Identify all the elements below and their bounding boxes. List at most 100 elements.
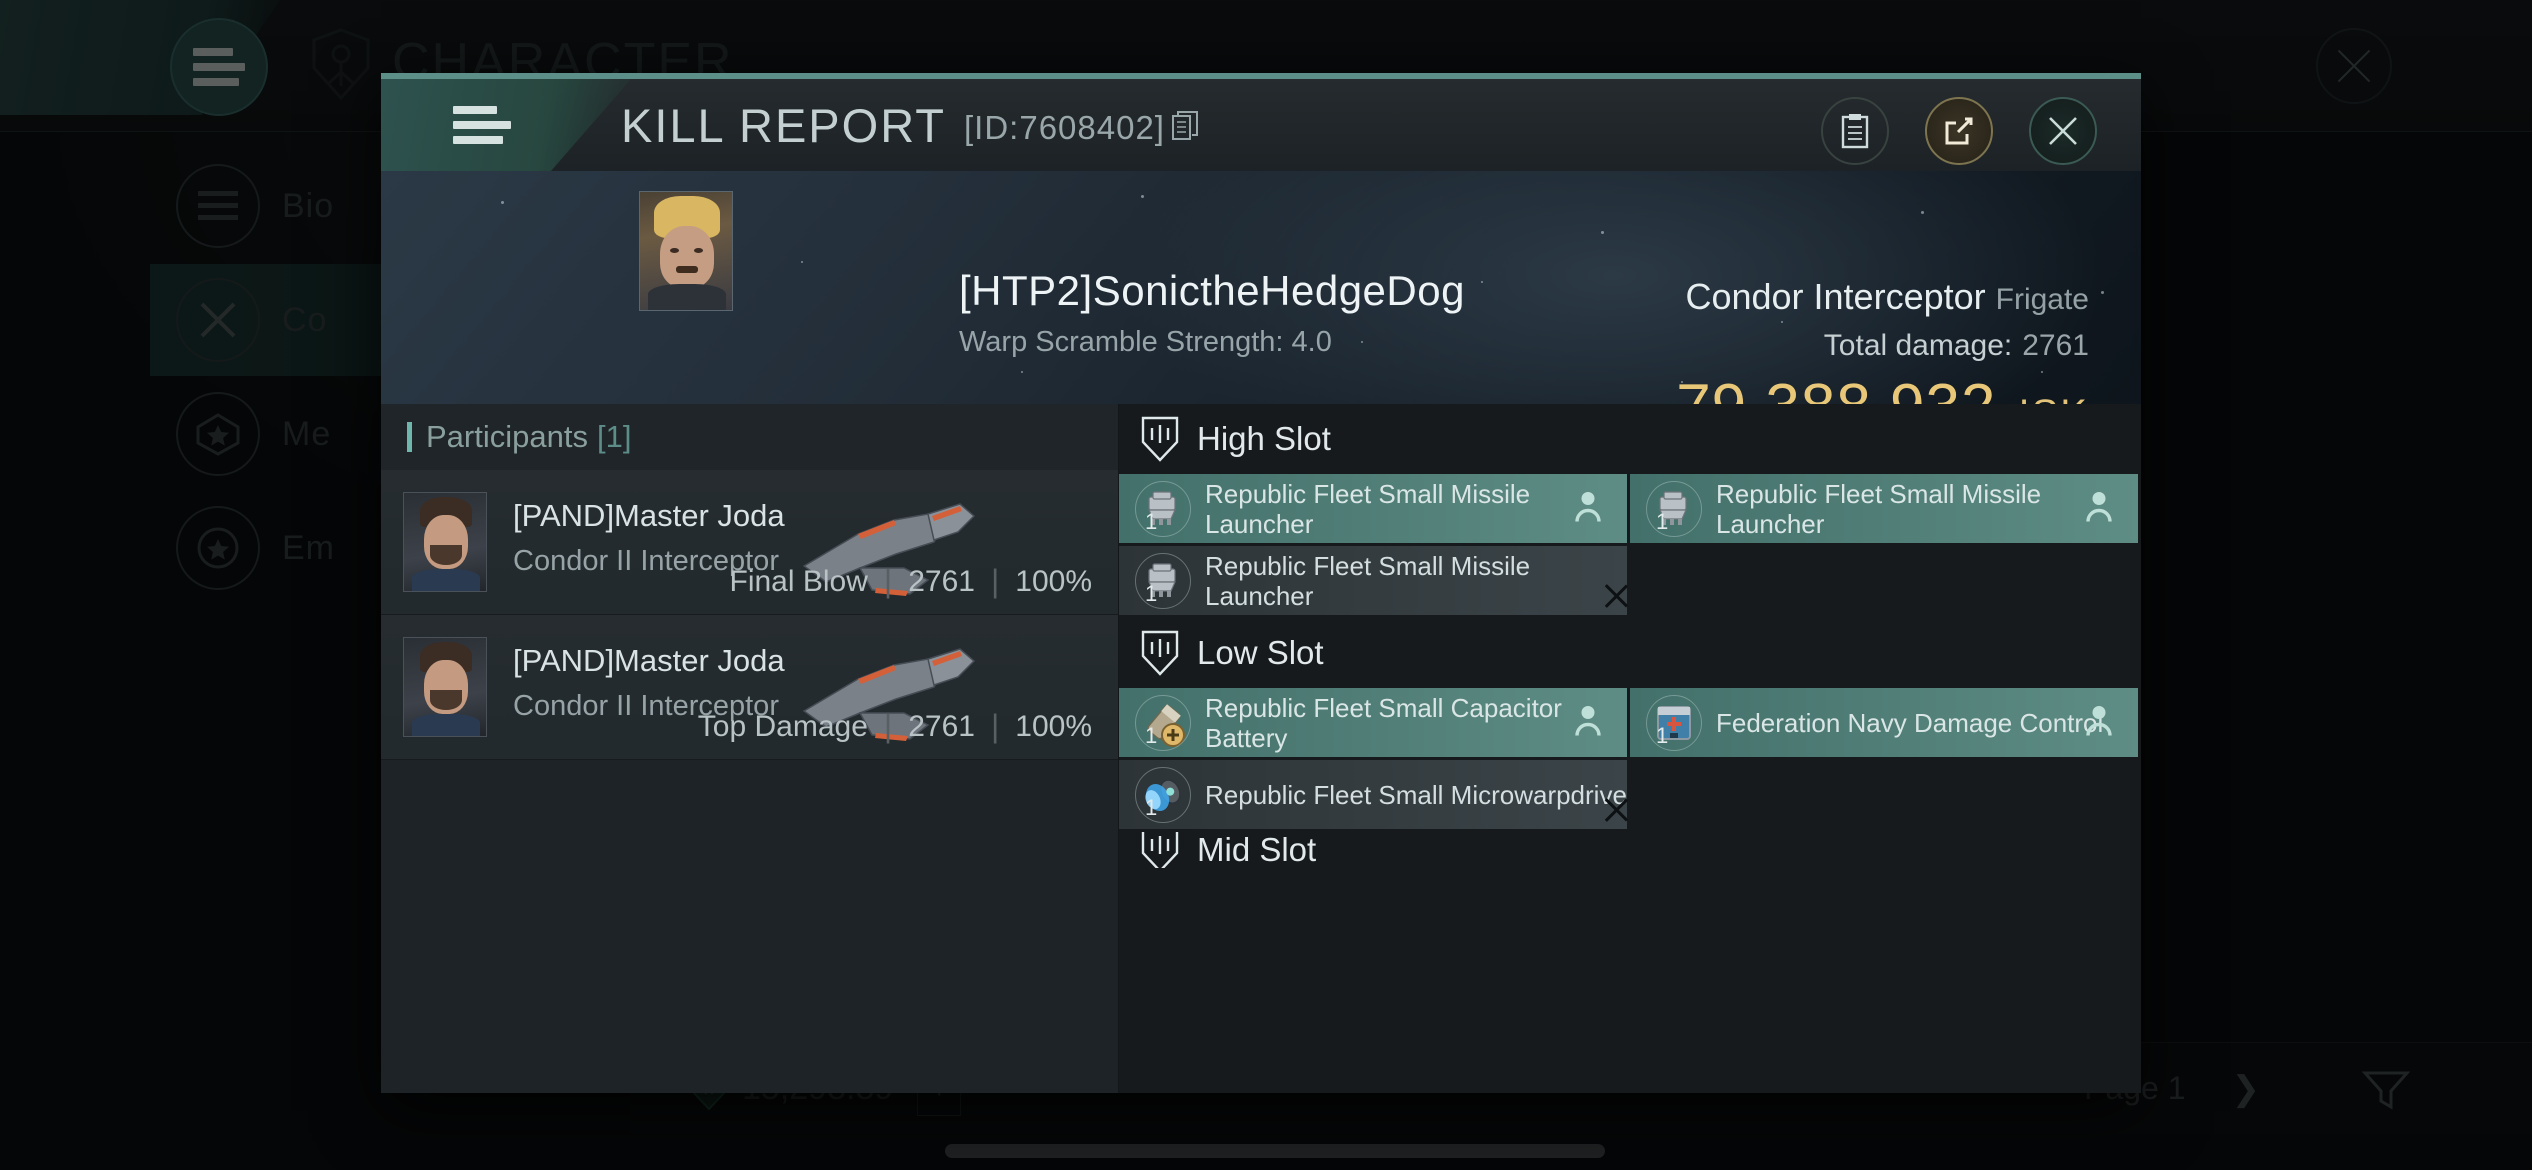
icon-ring <box>1135 552 1191 609</box>
icon-ring <box>1646 480 1702 537</box>
participants-count: [1] <box>596 419 632 454</box>
avatar-beard <box>430 690 462 710</box>
item-badge <box>2086 490 2112 527</box>
participant-damage: 2761 <box>908 564 975 598</box>
microwarpdrive-icon: 1 <box>1135 766 1191 823</box>
dialog-header: KILL REPORT [ID:7608402] <box>381 79 2141 171</box>
item-badge <box>1575 490 1601 527</box>
avatar-body <box>648 284 726 310</box>
button-ring <box>1821 97 1889 165</box>
item-quantity: 1 <box>1145 794 1158 820</box>
dialog-body: Participants [1] [PAND]Master Joda Condo… <box>381 404 2141 1093</box>
person-icon <box>1575 705 1601 736</box>
item-quantity: 1 <box>1145 580 1158 606</box>
participant-role: Final Blow <box>729 564 868 598</box>
avatar-body <box>412 569 480 591</box>
section-header-mid-slot: Mid Slot <box>1119 832 2141 868</box>
header-accent-bar <box>407 422 412 452</box>
dialog-menu-button[interactable] <box>453 106 511 144</box>
participant-role: Top Damage <box>697 709 868 743</box>
icon-ring <box>1646 694 1702 751</box>
avatar[interactable] <box>639 191 733 311</box>
total-damage: Total damage: 2761 <box>1824 329 2089 363</box>
participant-name: [PAND]Master Joda <box>513 498 785 533</box>
slot-shield-icon <box>1141 630 1179 676</box>
participant-damage: 2761 <box>908 709 975 743</box>
victim-ship-name: Condor Interceptor <box>1685 276 1986 317</box>
copy-icon[interactable] <box>1171 97 1198 152</box>
fitting-item[interactable]: 1 Republic Fleet Small Capacitor Battery <box>1119 688 1630 760</box>
kill-report-id: [ID:7608402] <box>964 109 1165 146</box>
icon-ring <box>1135 694 1191 751</box>
participant-stats: Top Damage | 2761 | 100% <box>698 708 1092 745</box>
participants-panel: Participants [1] [PAND]Master Joda Condo… <box>381 404 1119 1093</box>
participants-title: Participants <box>426 419 588 454</box>
avatar-moustache <box>676 266 698 273</box>
avatar-face <box>660 226 714 288</box>
isk-currency: ISK <box>2019 392 2089 404</box>
avatar-beard <box>430 545 462 565</box>
section-header-high-slot: High Slot <box>1119 404 2141 474</box>
item-name: Republic Fleet Small Microwarpdrive <box>1205 779 1627 810</box>
missile-launcher-icon: 1 <box>1646 480 1702 537</box>
item-badge <box>1575 704 1601 741</box>
victim-ship: Condor Interceptor Frigate <box>1685 276 2089 318</box>
slot-shield-icon <box>1141 832 1179 868</box>
high-slot-items: 1 Republic Fleet Small Missile Launcher … <box>1119 474 2141 618</box>
item-name: Federation Navy Damage Control <box>1716 707 2104 738</box>
victim-name: [HTP2]SonictheHedgeDog <box>959 267 1465 314</box>
section-header-low-slot: Low Slot <box>1119 618 2141 688</box>
participant-name: [PAND]Master Joda <box>513 643 785 678</box>
item-name: Republic Fleet Small Missile Launcher <box>1205 478 1531 539</box>
person-icon <box>2086 705 2112 736</box>
missile-launcher-icon: 1 <box>1135 552 1191 609</box>
stat-separator: | <box>883 563 893 599</box>
item-name: Republic Fleet Small Capacitor Battery <box>1205 692 1562 753</box>
dialog-title-text: KILL REPORT <box>621 99 946 152</box>
icon-ring <box>1135 766 1191 823</box>
fitting-item[interactable]: 1 Federation Navy Damage Control <box>1630 688 2141 760</box>
person-icon <box>1575 491 1601 522</box>
item-quantity: 1 <box>1145 722 1158 748</box>
close-button[interactable] <box>2029 97 2097 165</box>
kill-banner: [HTP2]SonictheHedgeDog Warp Scramble Str… <box>381 171 2141 404</box>
participant-stats: Final Blow | 2761 | 100% <box>730 563 1093 600</box>
item-quantity: 1 <box>1145 508 1158 534</box>
participant-row[interactable]: [PAND]Master Joda Condor II Interceptor <box>381 615 1118 760</box>
isk-amount: 79,388,932 <box>1676 371 1996 404</box>
item-quantity: 1 <box>1656 722 1669 748</box>
kill-report-dialog: KILL REPORT [ID:7608402] [HTP2]SonictheH… <box>381 73 2141 1093</box>
item-name: Republic Fleet Small Missile Launcher <box>1205 550 1531 611</box>
stat-separator: | <box>990 563 1000 599</box>
participant-percent: 100% <box>1015 564 1092 598</box>
low-slot-items: 1 Republic Fleet Small Capacitor Battery… <box>1119 688 2141 832</box>
participant-row[interactable]: [PAND]Master Joda Condor II Interceptor <box>381 470 1118 615</box>
item-name: Republic Fleet Small Missile Launcher <box>1716 478 2042 539</box>
avatar-eye <box>694 248 703 253</box>
participants-header: Participants [1] <box>381 404 1118 470</box>
item-quantity: 1 <box>1656 508 1669 534</box>
avatar-eye <box>670 248 679 253</box>
missile-launcher-icon: 1 <box>1135 480 1191 537</box>
avatar <box>403 492 487 592</box>
isk-value-block: 79,388,932 ISK <box>1676 371 2089 404</box>
icon-ring <box>1135 480 1191 537</box>
fitting-item[interactable]: 1 Republic Fleet Small Missile Launcher <box>1119 546 1630 618</box>
page-title: KILL REPORT [ID:7608402] <box>621 97 1198 153</box>
item-badge <box>2086 704 2112 741</box>
section-title: Low Slot <box>1197 634 1324 671</box>
dialog-header-actions <box>1821 85 2097 177</box>
avatar <box>403 637 487 737</box>
fitting-item[interactable]: 1 Republic Fleet Small Missile Launcher <box>1119 474 1630 546</box>
participant-percent: 100% <box>1015 709 1092 743</box>
share-button[interactable] <box>1925 97 1993 165</box>
stat-separator: | <box>990 708 1000 744</box>
damage-control-icon: 1 <box>1646 694 1702 751</box>
fitting-item[interactable]: 1 Republic Fleet Small Microwarpdrive <box>1119 760 1630 832</box>
fitting-item[interactable]: 1 Republic Fleet Small Missile Launcher <box>1630 474 2141 546</box>
capacitor-battery-icon: 1 <box>1135 694 1191 751</box>
section-title: Mid Slot <box>1197 832 1317 868</box>
victim-ship-class: Frigate <box>1995 283 2089 316</box>
clipboard-button[interactable] <box>1821 97 1889 165</box>
total-damage-label: Total damage: <box>1823 329 2013 362</box>
